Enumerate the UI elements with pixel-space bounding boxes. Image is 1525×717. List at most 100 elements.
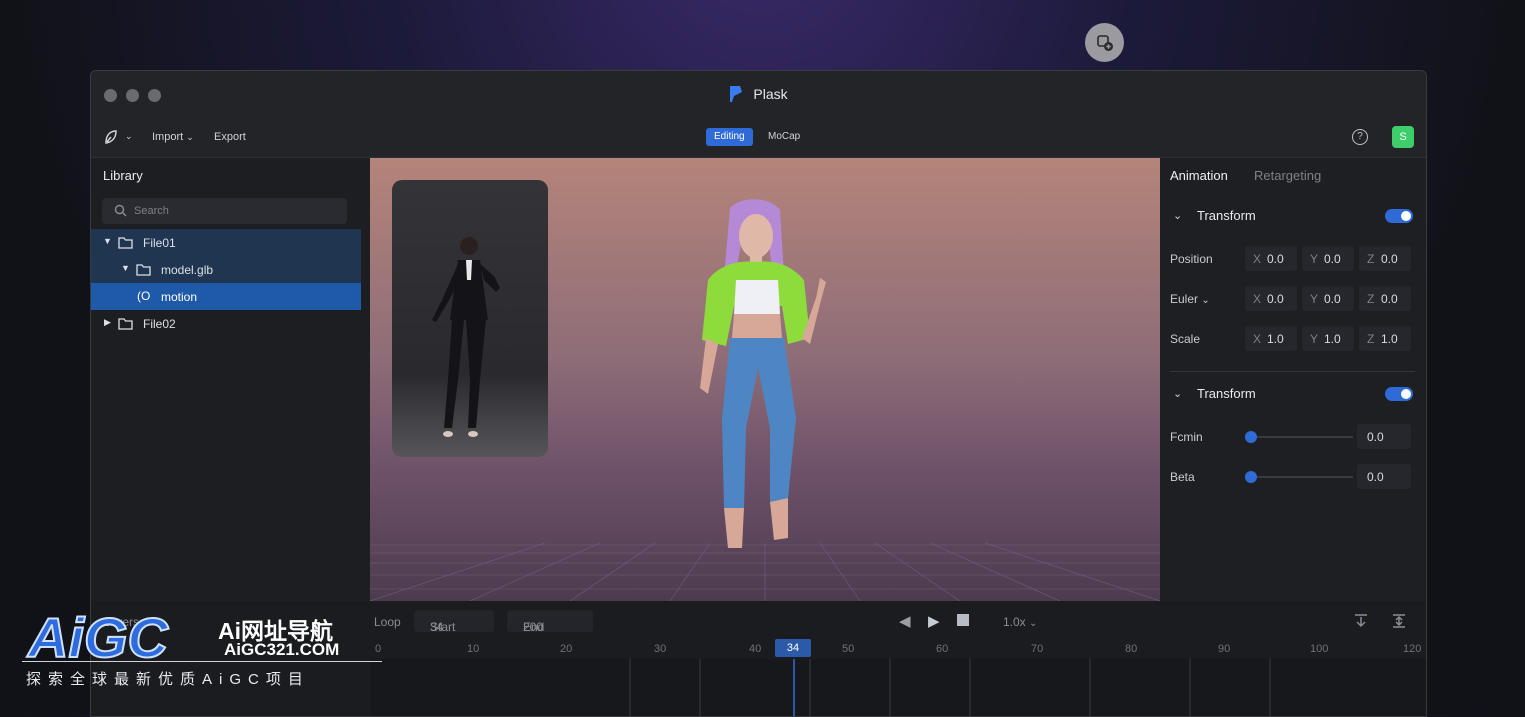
folder-icon <box>118 237 133 249</box>
plask-logo-icon <box>730 86 743 102</box>
axis-label: Z <box>1367 252 1375 266</box>
field-value: 0.0 <box>1267 292 1284 306</box>
axis-label: X <box>1253 252 1262 266</box>
beta-slider-track[interactable] <box>1245 476 1353 478</box>
import-label: Import <box>152 131 184 143</box>
playback-speed-select[interactable]: 1.0x ⌄ <box>1003 615 1037 629</box>
transform-section-title-2: Transform <box>1197 386 1256 401</box>
field-value: 0.0 <box>1381 252 1398 266</box>
ruler-tick: 30 <box>654 643 667 655</box>
search-icon <box>114 204 127 217</box>
speed-value: 1.0x <box>1003 615 1026 629</box>
euler-x-field[interactable]: X 0.0 <box>1245 286 1297 311</box>
euler-z-field[interactable]: Z 0.0 <box>1359 286 1411 311</box>
chevron-down-icon: ⌄ <box>1201 295 1210 306</box>
scale-x-field[interactable]: X 1.0 <box>1245 326 1297 351</box>
reference-person-figure <box>432 237 500 437</box>
collapse-tracks-icon[interactable] <box>1353 613 1369 629</box>
scale-label: Scale <box>1170 332 1201 346</box>
import-menu[interactable]: Import ⌄ <box>152 131 194 143</box>
search-placeholder: Search <box>134 205 169 217</box>
beta-slider-handle[interactable] <box>1245 471 1257 483</box>
watermark-brand: AiGC <box>26 606 170 669</box>
app-title-text: Plask <box>753 86 788 102</box>
app-title: Plask <box>91 86 1426 102</box>
fcmin-value-field[interactable]: 0.0 <box>1357 424 1411 449</box>
transform-toggle[interactable] <box>1385 209 1413 223</box>
ruler-tick: 70 <box>1031 643 1044 655</box>
properties-panel: Animation Retargeting ⌄ Transform Positi… <box>1161 158 1426 598</box>
position-x-field[interactable]: X 0.0 <box>1245 246 1297 271</box>
field-value: 0.0 <box>1267 252 1284 266</box>
tab-retargeting[interactable]: Retargeting <box>1254 168 1321 183</box>
fcmin-slider-handle[interactable] <box>1245 431 1257 443</box>
home-menu[interactable]: ⌄ <box>103 128 133 151</box>
transform-toggle-2[interactable] <box>1385 387 1413 401</box>
add-layer-icon <box>1096 34 1113 51</box>
position-y-field[interactable]: Y 0.0 <box>1302 246 1354 271</box>
position-z-field[interactable]: Z 0.0 <box>1359 246 1411 271</box>
caret-right-icon: ▶ <box>104 317 111 327</box>
motion-icon: (O <box>137 289 151 303</box>
search-input[interactable]: Search <box>102 198 347 224</box>
end-value: 200 <box>523 620 544 634</box>
ruler-tick: 20 <box>560 643 573 655</box>
tree-item-file02[interactable]: ▶ File02 <box>91 310 361 337</box>
tree-item-file01[interactable]: ▼ File01 <box>91 229 361 256</box>
field-value: 0.0 <box>1324 252 1341 266</box>
chevron-down-icon: ⌄ <box>125 131 133 141</box>
ruler-tick: 90 <box>1218 643 1231 655</box>
scale-z-field[interactable]: Z 1.0 <box>1359 326 1411 351</box>
reference-video-preview[interactable] <box>392 180 548 457</box>
export-menu[interactable]: Export <box>214 131 246 143</box>
library-panel: Library Search ▼ File01 ▼ model.glb (O m… <box>91 158 369 598</box>
tab-animation[interactable]: Animation <box>1170 168 1228 183</box>
fcmin-label: Fcmin <box>1170 430 1203 444</box>
tree-item-motion[interactable]: (O motion <box>91 283 361 310</box>
folder-icon <box>136 264 151 276</box>
ruler-tick: 60 <box>936 643 949 655</box>
tree-item-label: File01 <box>143 236 176 250</box>
chevron-down-icon: ⌄ <box>186 132 194 142</box>
field-value: 0.0 <box>1367 470 1384 484</box>
avatar-character <box>700 199 826 548</box>
help-icon[interactable]: ? <box>1352 129 1368 145</box>
ruler-tick: 50 <box>842 643 855 655</box>
end-frame-field[interactable]: End 200 <box>507 610 593 634</box>
ruler-tick: 40 <box>749 643 762 655</box>
euler-y-field[interactable]: Y 0.0 <box>1302 286 1354 311</box>
library-title: Library <box>103 168 143 183</box>
keyframe-ticks <box>629 659 1271 716</box>
playhead-marker[interactable]: 34 <box>775 639 811 657</box>
start-frame-field[interactable]: Start 34 <box>414 610 494 634</box>
tab-editing[interactable]: Editing <box>706 128 753 146</box>
field-value: 1.0 <box>1324 332 1341 346</box>
stop-icon[interactable] <box>957 614 969 626</box>
beta-value-field[interactable]: 0.0 <box>1357 464 1411 489</box>
axis-label: Y <box>1310 252 1319 266</box>
tree-item-model-glb[interactable]: ▼ model.glb <box>91 256 361 283</box>
ruler-tick: 80 <box>1125 643 1138 655</box>
tree-item-label: motion <box>161 290 198 304</box>
chevron-down-icon[interactable]: ⌄ <box>1173 209 1183 222</box>
floating-action-button[interactable] <box>1085 23 1124 62</box>
play-icon[interactable]: ▶ <box>928 612 940 630</box>
scale-y-field[interactable]: Y 1.0 <box>1302 326 1354 351</box>
fcmin-slider-track[interactable] <box>1245 436 1353 438</box>
section-divider <box>1170 371 1415 372</box>
user-avatar[interactable]: S <box>1392 126 1414 148</box>
3d-viewport[interactable] <box>370 158 1160 601</box>
ruler-tick: 10 <box>467 643 480 655</box>
tree-item-label: model.glb <box>161 263 214 277</box>
axis-label: Y <box>1310 332 1319 346</box>
tab-mocap[interactable]: MoCap <box>760 128 808 146</box>
axis-label: X <box>1253 332 1262 346</box>
folder-icon <box>118 318 133 330</box>
step-back-icon[interactable]: ◀ <box>899 612 911 630</box>
fit-tracks-icon[interactable] <box>1391 613 1407 629</box>
axis-label: Y <box>1310 292 1319 306</box>
keyframe-track-area[interactable] <box>370 659 1426 716</box>
euler-dropdown[interactable]: Euler ⌄ <box>1170 292 1210 306</box>
watermark-divider <box>22 661 382 662</box>
chevron-down-icon[interactable]: ⌄ <box>1173 387 1183 400</box>
